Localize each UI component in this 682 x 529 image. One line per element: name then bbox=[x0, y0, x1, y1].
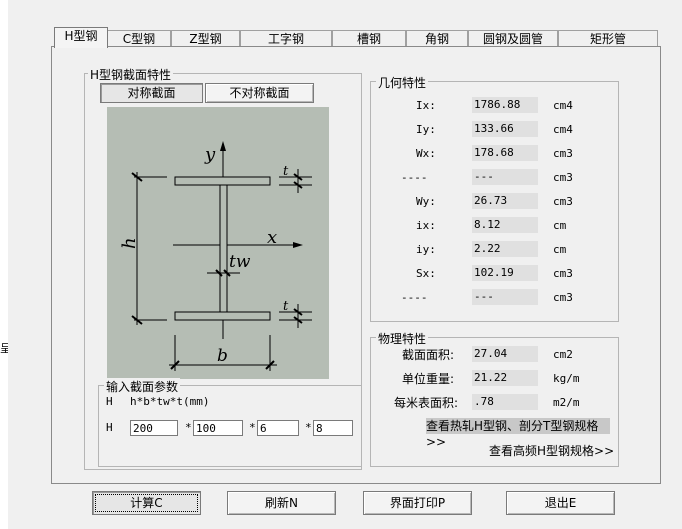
label-y: y bbox=[204, 144, 216, 165]
geometry-placeholder-2-label: ---- bbox=[401, 291, 428, 304]
tab-i-beam[interactable]: 工字钢 bbox=[240, 30, 332, 47]
geometry-iy-small-value: 2.22 bbox=[472, 241, 538, 257]
label-tw: tw bbox=[229, 252, 251, 272]
bottom-flange bbox=[174, 311, 271, 321]
geometry-ix-small-unit: cm bbox=[553, 219, 567, 232]
h-section-diagram: y x tw b h t t bbox=[107, 107, 329, 379]
area-label: 截面面积: bbox=[402, 348, 455, 362]
refresh-button[interactable]: 刷新N bbox=[227, 491, 336, 515]
geometry-ix-cap-value: 1786.88 bbox=[472, 97, 538, 113]
tab-h-steel[interactable]: H型钢 bbox=[54, 27, 108, 48]
label-t-bottom: t bbox=[283, 299, 289, 314]
tab-round-tube[interactable]: 圆钢及圆管 bbox=[468, 30, 558, 47]
formula-text: h*b*tw*t(mm) bbox=[130, 395, 210, 408]
geometry-placeholder-1-value: --- bbox=[472, 169, 538, 185]
label-x: x bbox=[267, 227, 277, 248]
geometry-placeholder-1-label: ---- bbox=[401, 171, 428, 184]
area-unit: cm2 bbox=[553, 348, 573, 361]
web bbox=[219, 184, 228, 313]
input-group-title: 输入截面参数 bbox=[104, 378, 181, 395]
geometry-ix-cap-unit: cm4 bbox=[553, 99, 573, 112]
geometry-iy-cap-label: Iy: bbox=[416, 123, 436, 136]
geometry-wx-value: 178.68 bbox=[472, 145, 538, 161]
physical-group-title: 物理特性 bbox=[376, 330, 429, 347]
formula-prefix: H bbox=[106, 395, 113, 408]
row-prefix: H bbox=[106, 421, 113, 434]
surface-label: 每米表面积: bbox=[394, 396, 459, 410]
sep-3: * bbox=[305, 421, 312, 434]
geometry-wy-label: Wy: bbox=[416, 195, 436, 208]
geometry-placeholder-2-value: --- bbox=[472, 289, 538, 305]
sep-2: * bbox=[249, 421, 256, 434]
sep-1: * bbox=[185, 421, 192, 434]
geometry-ix-small-value: 8.12 bbox=[472, 217, 538, 233]
print-button[interactable]: 界面打印P bbox=[363, 491, 472, 515]
tab-z-steel[interactable]: Z型钢 bbox=[171, 30, 240, 47]
geometry-iy-small-unit: cm bbox=[553, 243, 567, 256]
window-frame-left bbox=[0, 0, 8, 529]
area-value: 27.04 bbox=[472, 346, 538, 362]
geometry-sx-label: Sx: bbox=[416, 267, 436, 280]
geometry-wy-value: 26.73 bbox=[472, 193, 538, 209]
hot-rolled-spec-link[interactable]: 查看热轧H型钢、剖分T型钢规格>> bbox=[426, 418, 610, 449]
weight-label: 单位重量: bbox=[402, 372, 455, 386]
geometry-wx-label: Wx: bbox=[416, 147, 436, 160]
high-freq-spec-link[interactable]: 查看高频H型钢规格>> bbox=[489, 442, 614, 459]
geometry-wy-unit: cm3 bbox=[553, 195, 573, 208]
geometry-wx-unit: cm3 bbox=[553, 147, 573, 160]
geometry-ix-small-label: ix: bbox=[416, 219, 436, 232]
label-t-top: t bbox=[283, 164, 289, 179]
asymmetric-section-button[interactable]: 不对称截面 bbox=[205, 83, 314, 103]
weight-value: 21.22 bbox=[472, 370, 538, 386]
surface-unit: m2/m bbox=[553, 396, 580, 409]
top-flange bbox=[174, 176, 271, 186]
surface-value: .78 bbox=[472, 394, 538, 410]
calculate-button[interactable]: 计算C bbox=[92, 491, 201, 515]
b-input[interactable]: 100 bbox=[193, 420, 243, 436]
tab-angle[interactable]: 角钢 bbox=[406, 30, 468, 47]
geometry-ix-cap-label: Ix: bbox=[416, 99, 436, 112]
geometry-iy-cap-value: 133.66 bbox=[472, 121, 538, 137]
tw-input[interactable]: 6 bbox=[257, 420, 299, 436]
tab-channel[interactable]: 槽钢 bbox=[332, 30, 406, 47]
h-section-drawing: y x tw b h t t bbox=[107, 107, 329, 379]
h-input[interactable]: 200 bbox=[130, 420, 178, 436]
section-group-title: H型钢截面特性 bbox=[88, 66, 174, 83]
geometry-placeholder-2-unit: cm3 bbox=[553, 291, 573, 304]
geometry-sx-unit: cm3 bbox=[553, 267, 573, 280]
symmetric-section-button[interactable]: 对称截面 bbox=[100, 83, 203, 103]
label-h: h bbox=[119, 237, 140, 249]
tab-rect-tube[interactable]: 矩形管 bbox=[558, 30, 658, 47]
t-input[interactable]: 8 bbox=[313, 420, 353, 436]
tab-c-steel[interactable]: C型钢 bbox=[107, 30, 171, 47]
weight-unit: kg/m bbox=[553, 372, 580, 385]
label-b: b bbox=[217, 346, 228, 366]
geometry-group-title: 几何特性 bbox=[376, 74, 429, 91]
geometry-iy-small-label: iy: bbox=[416, 243, 436, 256]
exit-button[interactable]: 退出E bbox=[506, 491, 615, 515]
geometry-placeholder-1-unit: cm3 bbox=[553, 171, 573, 184]
geometry-sx-value: 102.19 bbox=[472, 265, 538, 281]
geometry-iy-cap-unit: cm4 bbox=[553, 123, 573, 136]
